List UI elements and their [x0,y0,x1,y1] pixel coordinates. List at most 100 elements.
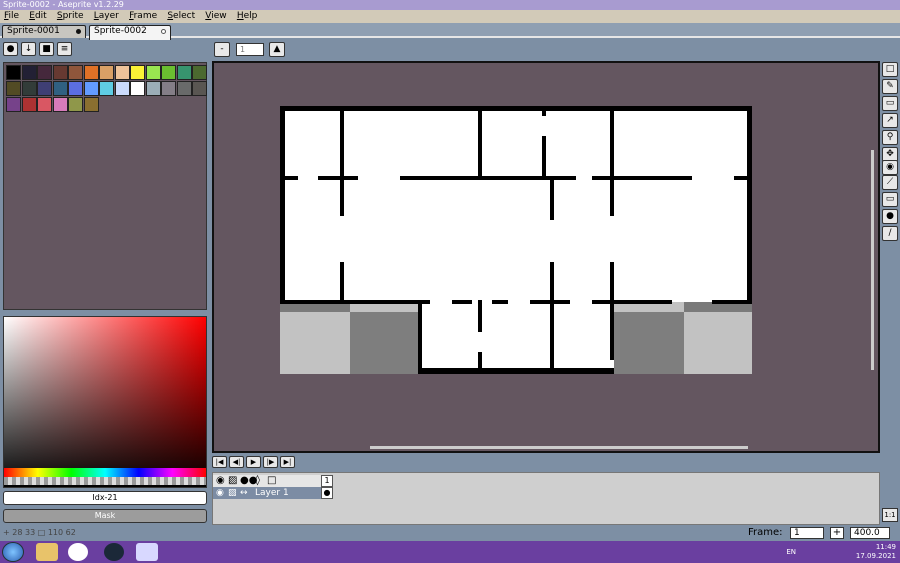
palette-swatch[interactable] [83,65,99,80]
layer-name[interactable]: Layer 1 [255,487,289,499]
options-icon[interactable]: ≡ [57,42,72,56]
layer-row[interactable]: ◉ ▨ ↔ Layer 1 [213,487,333,499]
eyedropper-icon[interactable]: ↗ [882,113,898,128]
color-spectrum[interactable] [3,316,207,488]
palette-swatch[interactable] [6,81,21,96]
palette-swatch[interactable] [6,97,21,112]
menu-layer[interactable]: Layer [94,10,119,23]
wall [418,300,422,372]
tab-sprite-0002[interactable]: Sprite-0002 [89,25,171,40]
palette-swatch[interactable] [52,81,68,96]
palette-swatch[interactable] [99,81,114,96]
rectangle-icon[interactable]: ▭ [882,192,898,207]
eye-icon[interactable]: ◉ [216,487,224,499]
palette-swatch[interactable] [145,65,161,80]
close-icon[interactable] [76,29,81,34]
floor-tile [684,302,752,374]
continuous-icon[interactable]: ↔ [240,487,248,499]
palette-swatch[interactable] [99,65,114,80]
lock-icon[interactable]: ▨ [228,475,237,486]
close-icon[interactable] [161,29,166,34]
palette-swatch[interactable] [21,97,37,112]
menu-help[interactable]: Help [237,10,258,23]
palette-swatch[interactable] [114,65,130,80]
yandex-icon[interactable] [68,543,88,561]
eye-icon[interactable]: ◉ [216,475,225,486]
sort-icon[interactable]: ↓ [21,42,36,56]
next-frame-icon[interactable]: |▶ [263,456,278,468]
palette-swatch[interactable] [21,81,37,96]
menu-file[interactable]: File [4,10,19,23]
palette-swatch[interactable] [130,65,145,80]
pencil-icon[interactable]: ✎ [882,79,898,94]
prev-frame-icon[interactable]: ◀| [229,456,244,468]
palette-swatch[interactable] [52,65,68,80]
palette-swatch[interactable] [68,65,83,80]
ink-icon[interactable]: ∕ [882,226,898,241]
palette-swatch[interactable] [68,81,83,96]
play-icon[interactable]: ▶ [246,456,261,468]
alpha-slider[interactable] [4,477,206,485]
frame-input[interactable]: 1 [790,527,824,539]
menu-edit[interactable]: Edit [29,10,46,23]
lock-icon[interactable]: ● [3,42,18,56]
palette-swatch[interactable] [6,65,21,80]
fit-button[interactable]: 1:1 [882,508,898,522]
add-frame-button[interactable]: + [830,527,844,539]
line-icon[interactable]: ⟋ [882,175,898,190]
language-indicator[interactable]: EN [786,548,796,557]
palette-swatch[interactable] [68,97,83,112]
palette-swatch[interactable] [114,81,130,96]
zoom-out-button[interactable]: - [214,42,230,57]
windows-start-icon[interactable] [2,542,24,562]
palette-swatch[interactable] [145,81,161,96]
palette-swatch[interactable] [37,97,52,112]
link-icon[interactable]: □ [267,475,276,486]
palette-swatch[interactable] [161,81,176,96]
horizontal-scrollbar[interactable] [370,446,748,449]
last-frame-icon[interactable]: ▶| [280,456,295,468]
aseprite-icon[interactable] [136,543,158,561]
vertical-scrollbar[interactable] [871,150,874,370]
marquee-icon[interactable]: □ [882,62,898,77]
onion-icon[interactable]: ◊ [255,475,260,486]
stamp-icon[interactable]: ▲ [269,42,285,57]
palette-swatch[interactable] [21,65,37,80]
palette-swatch[interactable] [83,81,99,96]
sprite-canvas[interactable] [280,106,752,374]
hue-slider[interactable] [4,468,206,477]
frame-cel[interactable]: ● [321,487,333,499]
eraser-icon[interactable]: ▭ [882,96,898,111]
palette-swatch[interactable] [176,81,192,96]
lock-icon[interactable]: ▨ [228,487,237,499]
menubar: File Edit Sprite Layer Frame Select View… [0,10,900,23]
palette-swatch[interactable] [37,65,52,80]
folder-icon[interactable] [36,543,58,561]
zoom-icon[interactable]: ⚲ [882,130,898,145]
presets-icon[interactable]: ■ [39,42,54,56]
fill-icon[interactable]: ◉ [882,160,898,175]
steam-icon[interactable] [104,543,124,561]
menu-frame[interactable]: Frame [129,10,157,23]
blur-icon[interactable]: ● [882,209,898,224]
palette-swatch[interactable] [192,65,207,80]
palette-swatch[interactable] [161,65,176,80]
clock-time[interactable]: 11:49 [856,543,896,552]
color-index-label[interactable]: Idx-21 [3,491,207,505]
first-frame-icon[interactable]: |◀ [212,456,227,468]
palette-swatch[interactable] [83,97,99,112]
menu-sprite[interactable]: Sprite [57,10,84,23]
zoom-level-input[interactable]: 400.0 [850,527,890,539]
menu-view[interactable]: View [205,10,226,23]
tab-sprite-0001[interactable]: Sprite-0001 [2,25,86,38]
palette-swatch[interactable] [130,81,145,96]
palette-swatch[interactable] [176,65,192,80]
mask-button[interactable]: Mask [3,509,207,523]
frame-header[interactable]: 1 [321,475,333,487]
palette-swatch[interactable] [192,81,207,96]
zoom-input[interactable]: 1 [236,43,264,56]
palette-swatch[interactable] [37,81,52,96]
clock-date[interactable]: 17.09.2021 [856,552,896,561]
palette-swatch[interactable] [52,97,68,112]
menu-select[interactable]: Select [167,10,195,23]
